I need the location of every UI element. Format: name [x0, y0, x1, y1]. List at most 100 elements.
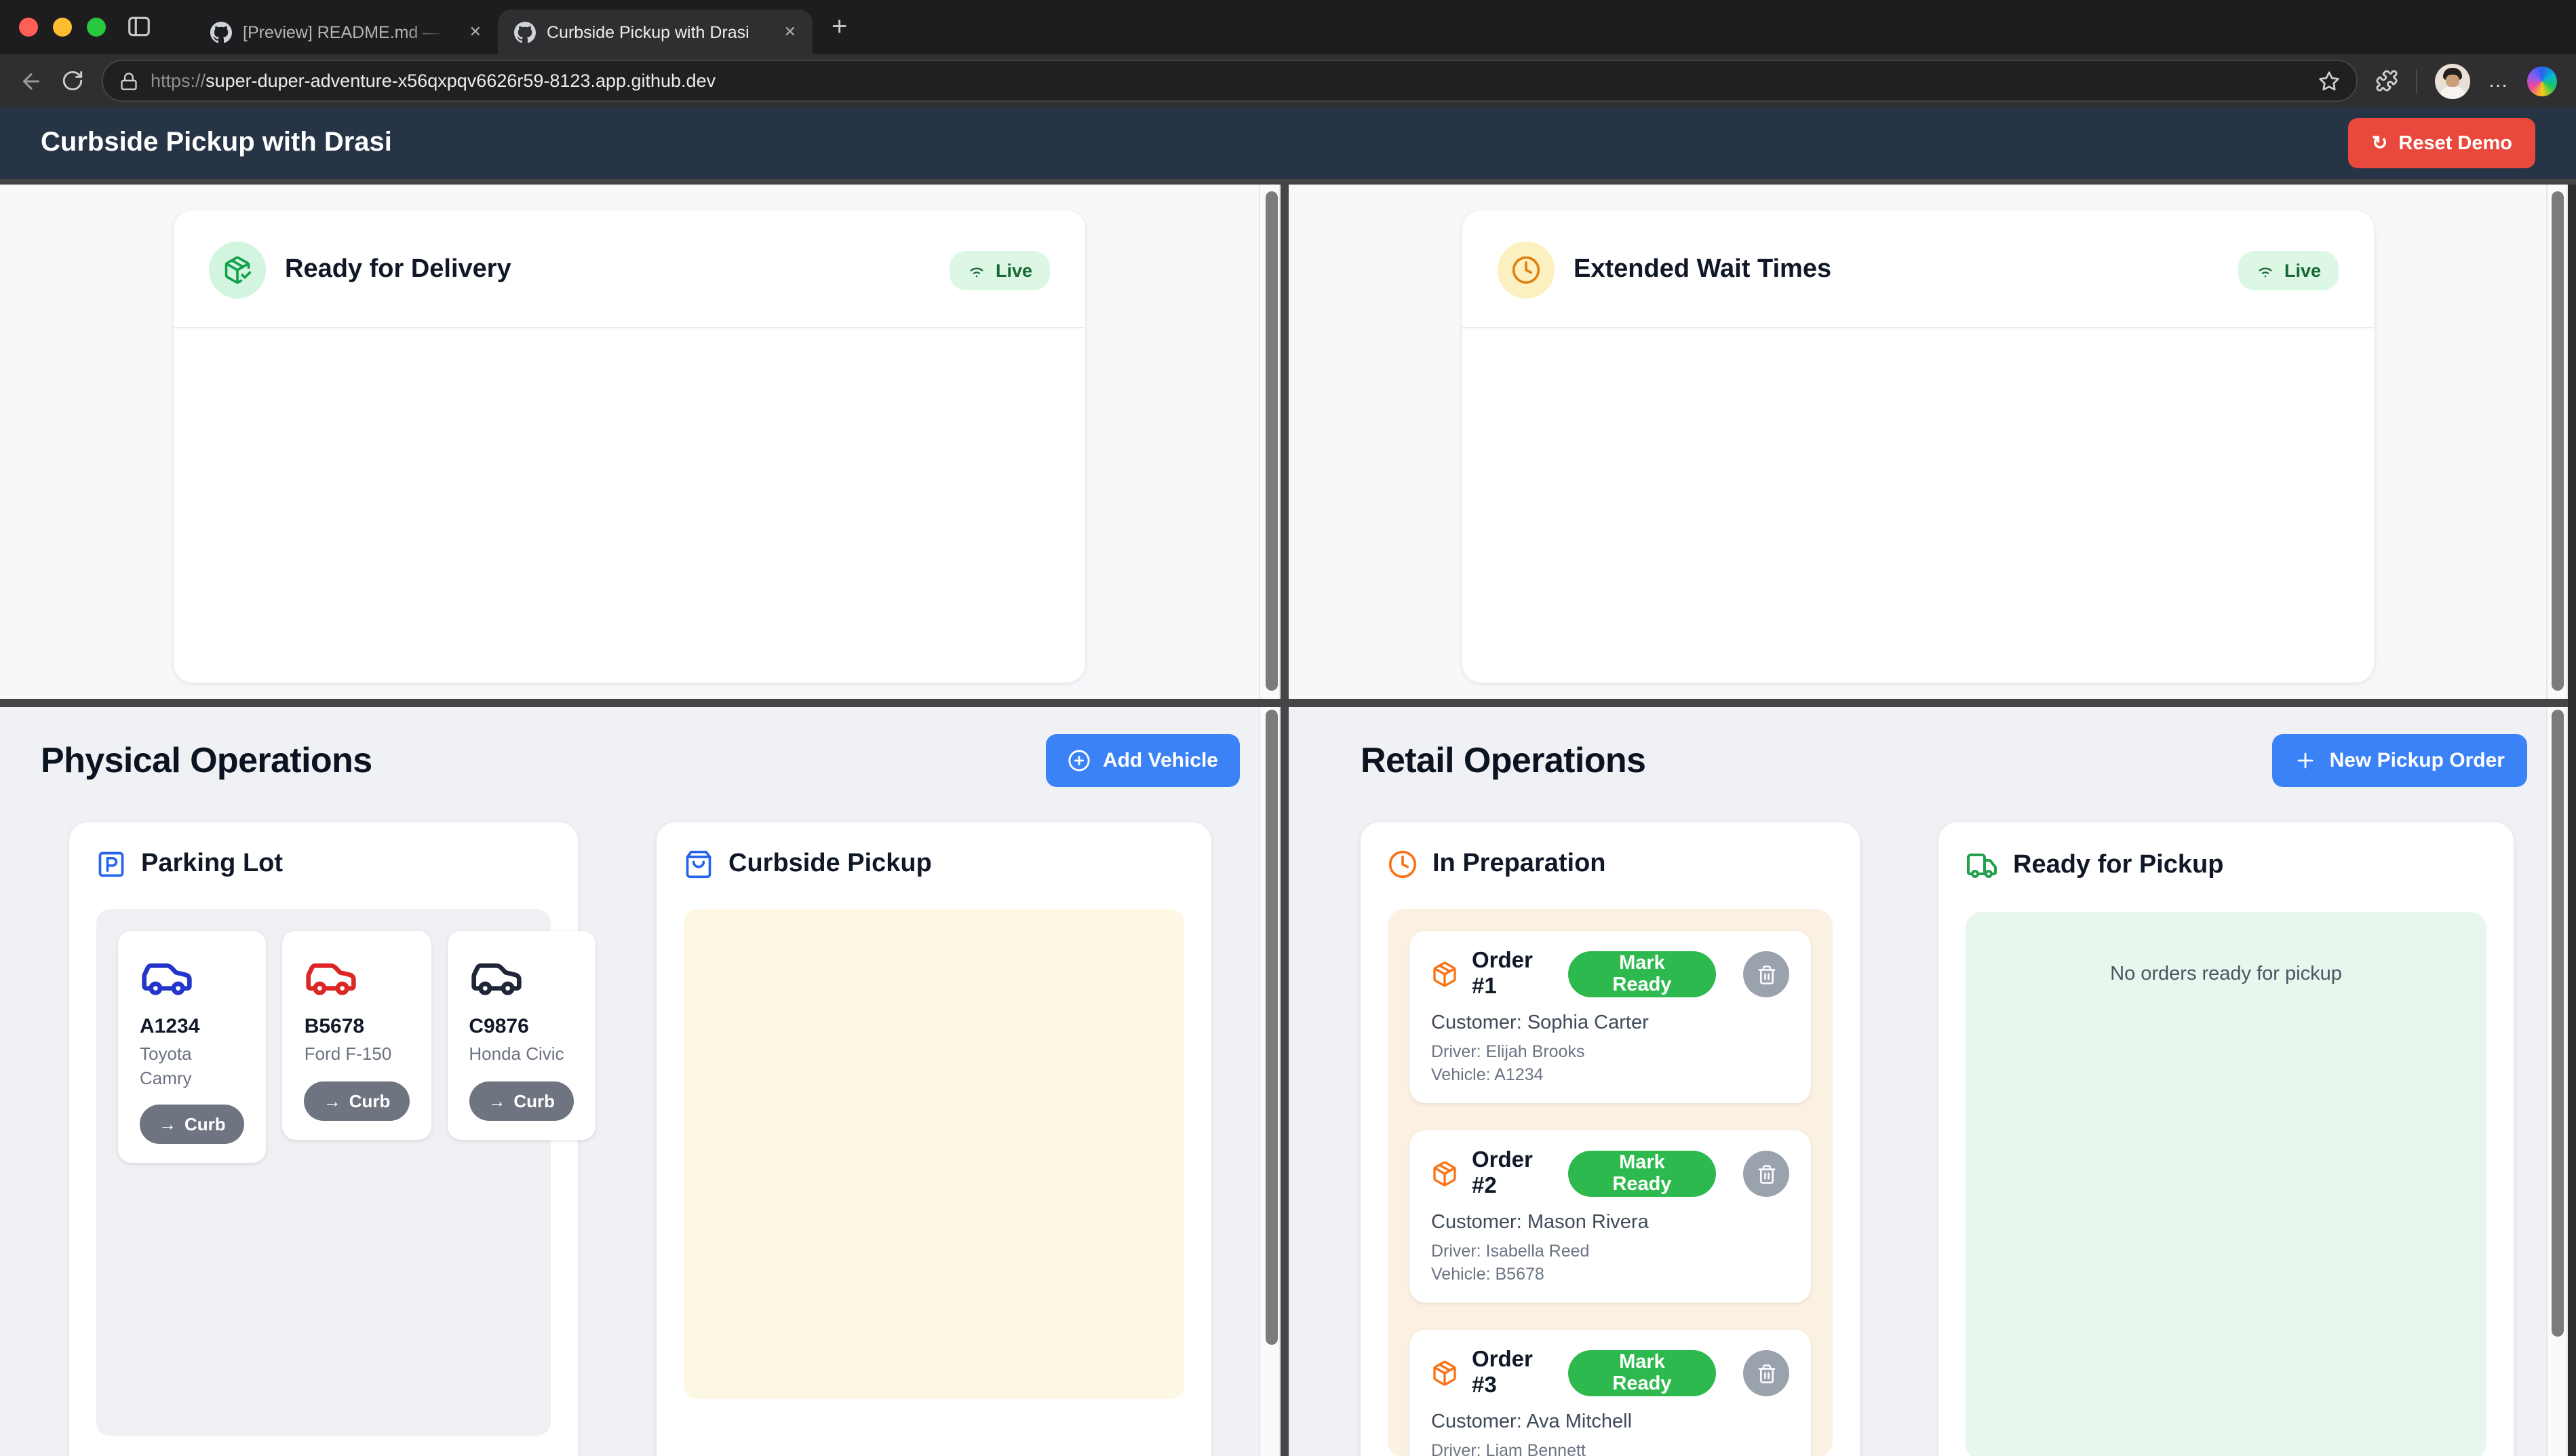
- new-pickup-order-button[interactable]: New Pickup Order: [2273, 734, 2526, 787]
- truck-icon: [1966, 849, 1998, 882]
- order-header: Order #1 Mark Ready: [1431, 949, 1789, 1000]
- order-customer: Customer: Mason Rivera: [1431, 1212, 1789, 1233]
- mark-ready-button[interactable]: Mark Ready: [1568, 951, 1716, 997]
- trash-icon: [1756, 1164, 1776, 1184]
- new-pickup-order-label: New Pickup Order: [2330, 749, 2505, 772]
- arrow-right-icon: →: [159, 1114, 176, 1134]
- profile-avatar[interactable]: [2435, 63, 2470, 98]
- scrollbar[interactable]: [2545, 707, 2567, 1456]
- delete-order-button[interactable]: [1743, 951, 1789, 997]
- empty-state-message: No orders ready for pickup: [2110, 963, 2342, 985]
- send-to-curb-button[interactable]: → Curb: [305, 1081, 410, 1120]
- extensions-puzzle-icon[interactable]: [2375, 69, 2398, 92]
- ready-for-pickup-zone: No orders ready for pickup: [1966, 912, 2486, 1456]
- package-icon: [1431, 961, 1458, 988]
- order-id: Order #2: [1472, 1148, 1555, 1200]
- copilot-icon[interactable]: [2527, 66, 2557, 96]
- refresh-icon[interactable]: [61, 69, 84, 92]
- order-header: Order #3 Mark Ready: [1431, 1347, 1789, 1399]
- close-window-button[interactable]: [19, 18, 38, 37]
- send-to-curb-button[interactable]: →Curb: [140, 1105, 245, 1144]
- favorite-star-icon[interactable]: [2318, 70, 2340, 92]
- send-to-curb-button[interactable]: →Curb: [469, 1081, 574, 1120]
- vehicle-model: Toyota Camry: [140, 1042, 224, 1090]
- card-header: In Preparation: [1388, 849, 1833, 879]
- retail-cards-row: In Preparation Order #1 Mark Ready: [1361, 822, 2526, 1456]
- address-bar[interactable]: https://super-duper-adventure-x56qxpqv66…: [102, 60, 2358, 102]
- scrollbar[interactable]: [1259, 185, 1281, 699]
- card-header: Ready for Pickup: [1966, 849, 2486, 882]
- delete-order-button[interactable]: [1743, 1350, 1789, 1396]
- package-icon: [1431, 1160, 1458, 1187]
- in-preparation-card: In Preparation Order #1 Mark Ready: [1361, 822, 1860, 1456]
- panel-header: Extended Wait Times Live: [1462, 210, 2374, 328]
- scrollbar-thumb[interactable]: [1265, 191, 1277, 691]
- delete-order-button[interactable]: [1743, 1151, 1789, 1197]
- ready-for-pickup-card: Ready for Pickup No orders ready for pic…: [1938, 822, 2514, 1456]
- arrow-right-icon: →: [324, 1090, 341, 1111]
- toolbar-divider: [2416, 69, 2417, 93]
- curbside-pickup-card: Curbside Pickup: [657, 822, 1211, 1456]
- live-label: Live: [2284, 260, 2321, 280]
- scrollbar[interactable]: [1259, 707, 1281, 1456]
- scrollbar-thumb[interactable]: [1265, 710, 1277, 1345]
- vehicle-plate: C9876: [469, 1015, 574, 1038]
- back-icon[interactable]: [19, 69, 43, 93]
- extended-wait-panel: Extended Wait Times Live: [1462, 210, 2374, 683]
- reset-demo-label: Reset Demo: [2398, 132, 2512, 154]
- vehicle-model: Ford F-150: [305, 1042, 410, 1066]
- parking-icon: [96, 849, 126, 879]
- plus-icon: [2295, 749, 2318, 772]
- order-customer: Customer: Ava Mitchell: [1431, 1411, 1789, 1433]
- curb-label: Curb: [349, 1090, 391, 1111]
- live-badge: Live: [950, 250, 1050, 290]
- tab-curbside-pickup[interactable]: Curbside Pickup with Drasi ✕: [498, 9, 813, 54]
- order-id: Order #1: [1472, 949, 1555, 1000]
- mark-ready-button[interactable]: Mark Ready: [1568, 1350, 1716, 1396]
- vehicle-card: A1234 Toyota Camry →Curb: [118, 931, 267, 1163]
- curb-label: Curb: [513, 1090, 555, 1111]
- content-grid: Ready for Delivery Live Extended Wait Ti…: [0, 179, 2576, 1456]
- section-header: Retail Operations New Pickup Order: [1361, 734, 2526, 787]
- tab-close-icon[interactable]: ✕: [469, 23, 482, 41]
- section-title: Retail Operations: [1361, 740, 1645, 782]
- parking-lot-card: Parking Lot A1234 Toyota Camry →Curb: [69, 822, 578, 1456]
- retail-operations-section: Retail Operations New Pickup Order In Pr…: [1289, 707, 2567, 1456]
- order-header: Order #2 Mark Ready: [1431, 1148, 1789, 1200]
- reset-icon: ↻: [2372, 132, 2387, 155]
- parking-zone: A1234 Toyota Camry →Curb B5678 Ford F-15…: [96, 909, 551, 1436]
- live-label: Live: [996, 260, 1032, 280]
- card-title: Ready for Pickup: [2013, 851, 2223, 881]
- lock-icon: [119, 71, 138, 90]
- browser-tab-strip: [Preview] README.md — curbsi ✕ Curbside …: [0, 0, 2576, 54]
- scrollbar-thumb[interactable]: [2552, 710, 2564, 1337]
- more-menu-icon[interactable]: …: [2488, 69, 2510, 92]
- url-text[interactable]: https://super-duper-adventure-x56qxpqv66…: [151, 71, 716, 91]
- ready-for-delivery-panel: Ready for Delivery Live: [174, 210, 1085, 683]
- plus-circle-icon: [1068, 749, 1091, 772]
- card-title: Parking Lot: [141, 849, 283, 879]
- trash-icon: [1756, 964, 1776, 984]
- car-icon: [469, 950, 523, 1004]
- scrollbar-thumb[interactable]: [2552, 191, 2564, 691]
- wifi-icon: [2256, 261, 2275, 280]
- add-vehicle-button[interactable]: Add Vehicle: [1046, 734, 1240, 787]
- package-check-icon: [209, 242, 266, 299]
- tab-close-icon[interactable]: ✕: [784, 23, 796, 41]
- physical-operations-frame: Physical Operations Add Vehicle Parking …: [0, 707, 1281, 1456]
- panel-header: Ready for Delivery Live: [174, 210, 1085, 328]
- mark-ready-button[interactable]: Mark Ready: [1568, 1151, 1716, 1197]
- tab-readme-preview[interactable]: [Preview] README.md — curbsi ✕: [194, 9, 498, 54]
- tab-actions-icon[interactable]: [126, 14, 152, 39]
- order-driver: Driver: Liam Bennett: [1431, 1441, 1789, 1456]
- minimize-window-button[interactable]: [53, 18, 72, 37]
- reset-demo-button[interactable]: ↻ Reset Demo: [2349, 118, 2535, 168]
- order-card: Order #2 Mark Ready Customer: Mason Rive…: [1409, 1130, 1811, 1303]
- zoom-window-button[interactable]: [87, 18, 106, 37]
- order-id: Order #3: [1472, 1347, 1555, 1399]
- new-tab-button[interactable]: +: [832, 14, 847, 41]
- panel-title: Extended Wait Times: [1574, 255, 1831, 285]
- package-icon: [1431, 1360, 1458, 1387]
- order-vehicle: Vehicle: B5678: [1431, 1265, 1789, 1284]
- scrollbar[interactable]: [2545, 185, 2567, 699]
